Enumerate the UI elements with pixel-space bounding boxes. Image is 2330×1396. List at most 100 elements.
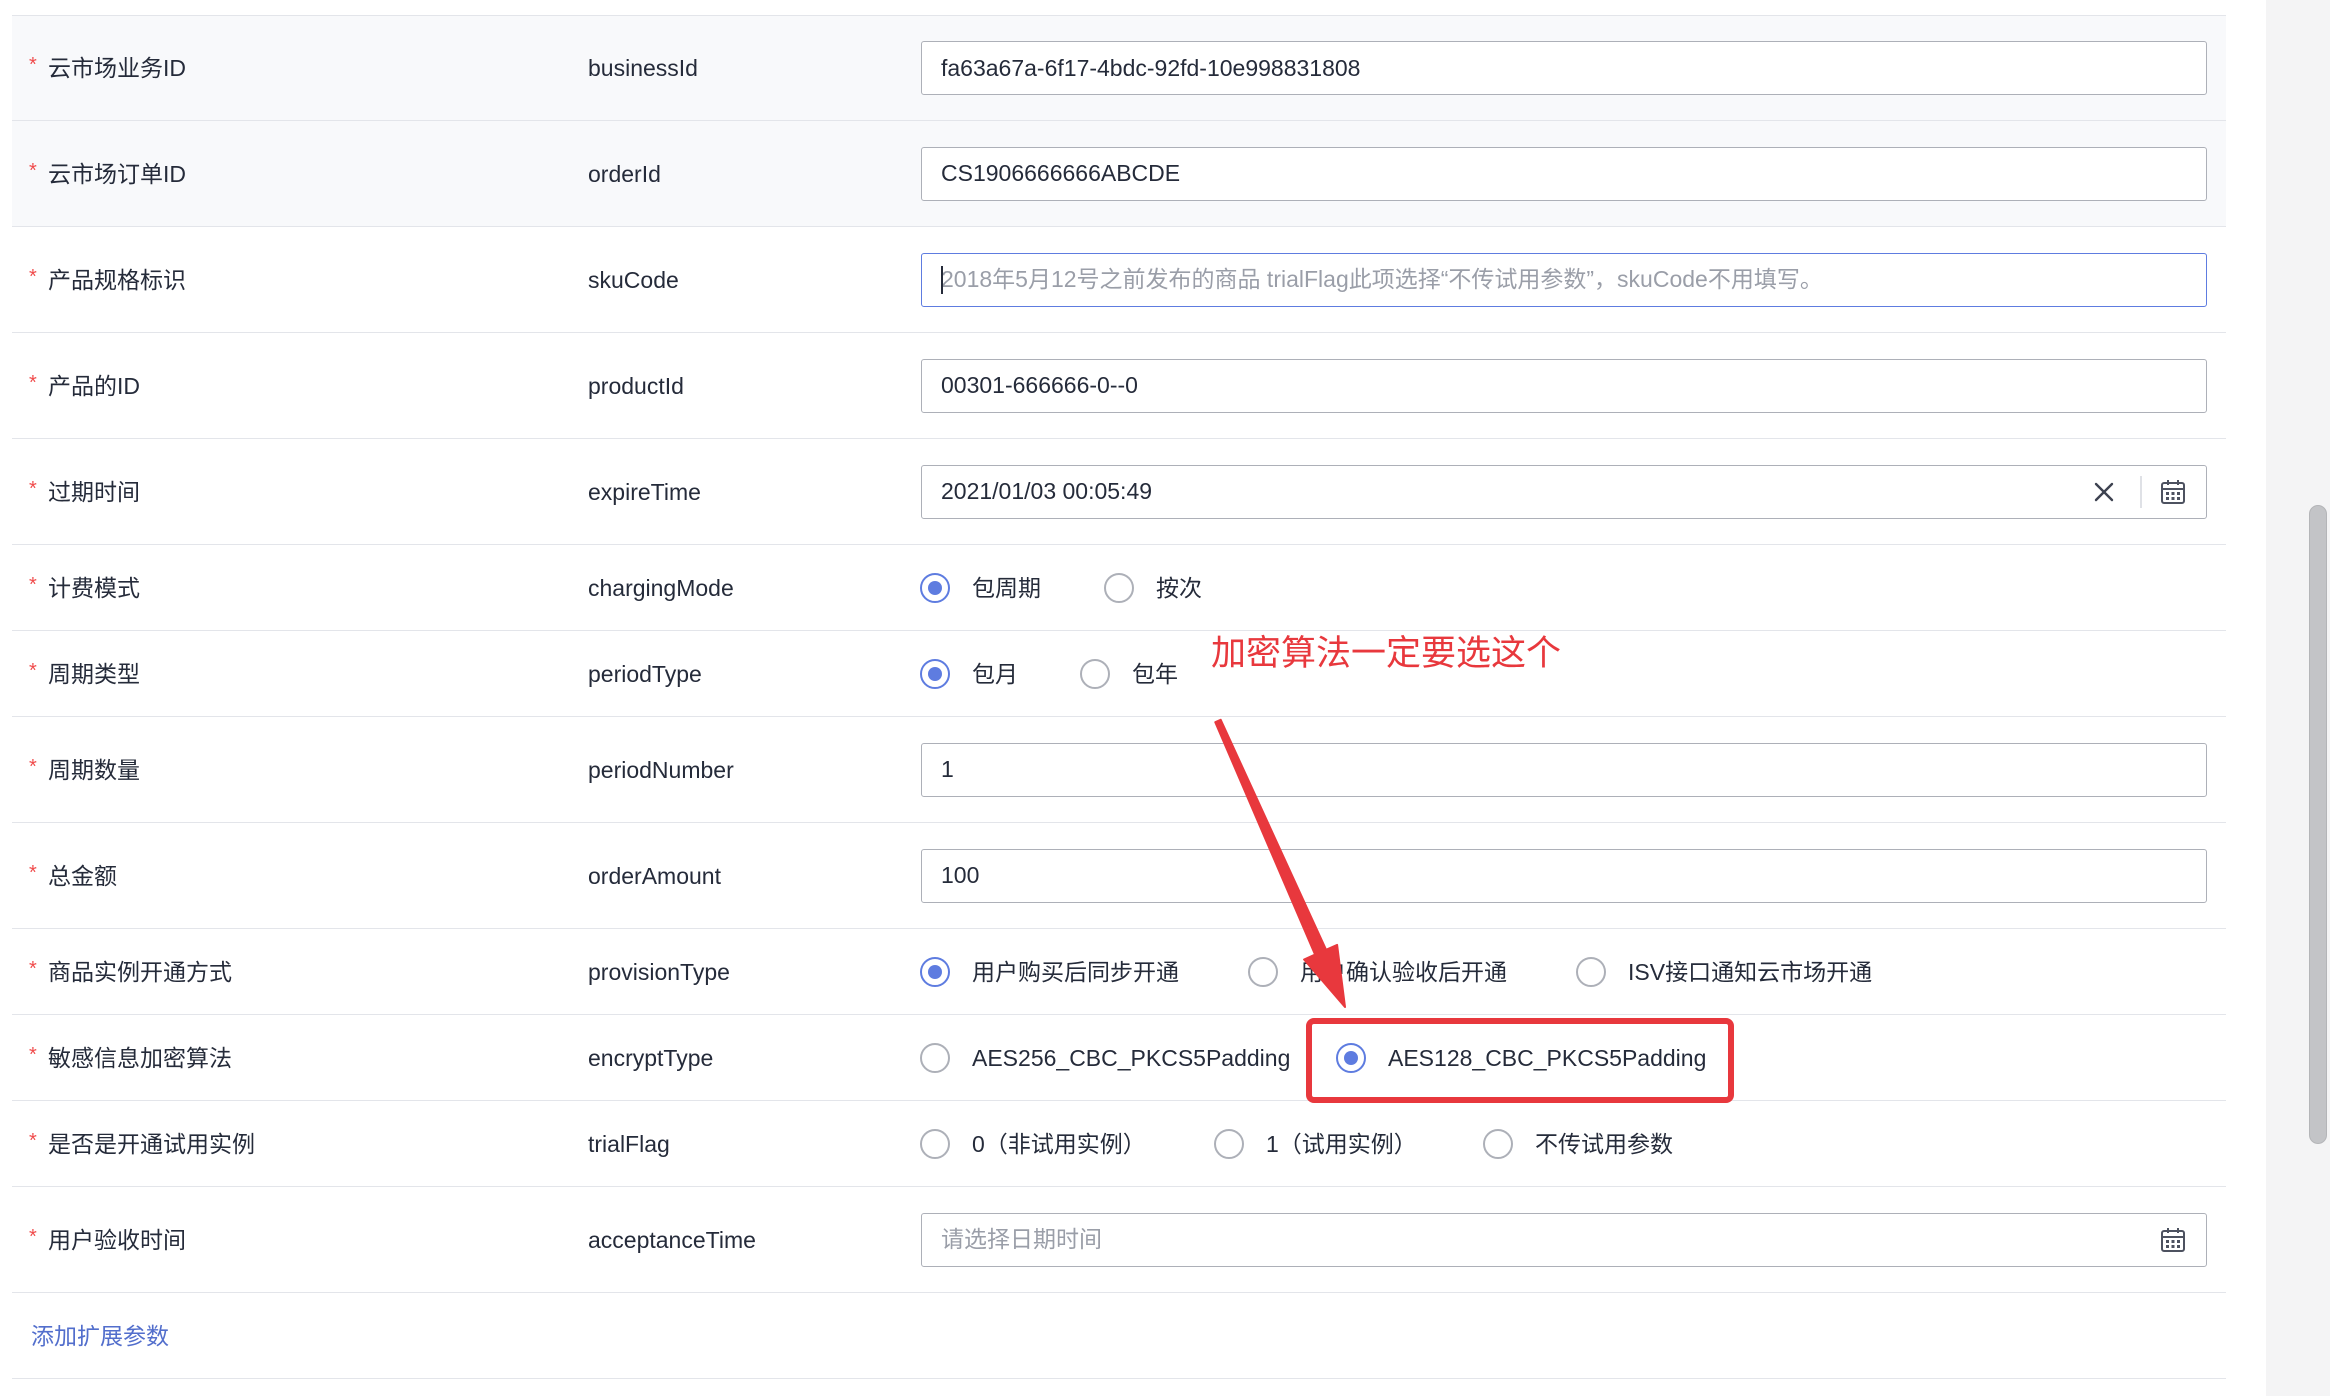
- row-trial-flag: * 是否是开通试用实例 trialFlag 0（非试用实例） 1（试用实例） 不…: [12, 1101, 2226, 1187]
- field-label-business-id: 云市场业务ID: [48, 55, 186, 81]
- required-mark: *: [29, 265, 37, 288]
- option-label: 用户确认验收后开通: [1300, 958, 1507, 985]
- radio-button[interactable]: [920, 1128, 950, 1159]
- acceptance-time-input[interactable]: [921, 1212, 2207, 1267]
- row-period-type: * 周期类型 periodType 包月 包年: [12, 631, 2226, 717]
- radio-button[interactable]: [1248, 956, 1278, 987]
- provision-type-option-sync[interactable]: 用户购买后同步开通: [920, 956, 1179, 988]
- trial-flag-option-0[interactable]: 0（非试用实例）: [920, 1128, 1146, 1160]
- param-name-business-id: businessId: [588, 55, 698, 81]
- field-label-charging-mode: 计费模式: [48, 574, 140, 601]
- charging-mode-option-per-use[interactable]: 按次: [1104, 572, 1202, 604]
- order-params-form: * 云市场业务ID businessId * 云市场订单ID orderId *…: [12, 0, 2226, 1396]
- radio-button[interactable]: [1214, 1128, 1244, 1159]
- order-amount-input[interactable]: [921, 848, 2207, 903]
- radio-button[interactable]: [1483, 1128, 1513, 1159]
- scrollbar-thumb[interactable]: [2309, 505, 2327, 1144]
- encrypt-type-option-aes128[interactable]: AES128_CBC_PKCS5Padding: [1336, 1042, 1706, 1074]
- param-name-order-id: orderId: [588, 160, 661, 187]
- trial-flag-option-1[interactable]: 1（试用实例）: [1214, 1128, 1417, 1160]
- required-mark: *: [29, 659, 37, 682]
- radio-button[interactable]: [1336, 1042, 1366, 1073]
- required-mark: *: [29, 371, 37, 394]
- field-label-period-type: 周期类型: [48, 660, 140, 687]
- radio-button[interactable]: [920, 1042, 950, 1073]
- option-label: 按次: [1156, 574, 1202, 601]
- option-label: 0（非试用实例）: [972, 1130, 1146, 1157]
- param-name-period-type: periodType: [588, 660, 702, 687]
- period-type-option-year[interactable]: 包年: [1080, 658, 1178, 690]
- period-type-option-month[interactable]: 包月: [920, 658, 1018, 690]
- option-label: ISV接口通知云市场开通: [1628, 958, 1873, 985]
- required-mark: *: [29, 1225, 37, 1248]
- order-id-input[interactable]: [921, 146, 2207, 201]
- param-name-charging-mode: chargingMode: [588, 574, 734, 601]
- param-name-acceptance-time: acceptanceTime: [588, 1226, 756, 1253]
- trial-flag-option-none[interactable]: 不传试用参数: [1483, 1128, 1673, 1160]
- business-id-input[interactable]: [921, 41, 2207, 95]
- encrypt-type-option-aes256[interactable]: AES256_CBC_PKCS5Padding: [920, 1042, 1290, 1074]
- param-name-provision-type: provisionType: [588, 958, 730, 985]
- radio-button[interactable]: [920, 572, 950, 603]
- row-provision-type: * 商品实例开通方式 provisionType 用户购买后同步开通 用户确认验…: [12, 929, 2226, 1015]
- sku-code-input[interactable]: [921, 252, 2207, 307]
- charging-mode-option-period[interactable]: 包周期: [920, 572, 1041, 604]
- field-label-acceptance-time: 用户验收时间: [48, 1226, 186, 1253]
- required-mark: *: [29, 1043, 37, 1066]
- option-label: 包月: [972, 660, 1018, 687]
- field-label-order-id: 云市场订单ID: [48, 160, 186, 187]
- required-mark: *: [29, 573, 37, 596]
- field-label-expire-time: 过期时间: [48, 478, 140, 505]
- param-name-product-id: productId: [588, 372, 684, 399]
- text-caret: [941, 265, 943, 294]
- calendar-icon[interactable]: [2160, 479, 2186, 505]
- required-mark: *: [29, 1129, 37, 1152]
- option-label: AES128_CBC_PKCS5Padding: [1388, 1044, 1707, 1071]
- option-label: 不传试用参数: [1535, 1130, 1673, 1157]
- param-name-encrypt-type: encryptType: [588, 1044, 714, 1071]
- radio-button[interactable]: [1080, 658, 1110, 689]
- row-sku-code: * 产品规格标识 skuCode: [12, 227, 2226, 333]
- add-extension-params-link[interactable]: 添加扩展参数: [31, 1321, 169, 1351]
- option-label: 包年: [1132, 660, 1178, 687]
- option-label: 1（试用实例）: [1266, 1130, 1417, 1157]
- row-encrypt-type: * 敏感信息加密算法 encryptType AES256_CBC_PKCS5P…: [12, 1015, 2226, 1101]
- row-period-number: * 周期数量 periodNumber: [12, 717, 2226, 823]
- expire-time-input[interactable]: [921, 464, 2207, 519]
- option-label: 包周期: [972, 574, 1041, 601]
- row-order-id: * 云市场订单ID orderId: [12, 121, 2226, 227]
- radio-button[interactable]: [920, 658, 950, 689]
- required-mark: *: [29, 477, 37, 500]
- radio-button[interactable]: [920, 956, 950, 987]
- product-id-input[interactable]: [921, 358, 2207, 413]
- field-label-trial-flag: 是否是开通试用实例: [48, 1130, 255, 1157]
- required-mark: *: [29, 861, 37, 884]
- option-label: AES256_CBC_PKCS5Padding: [972, 1044, 1291, 1071]
- param-name-expire-time: expireTime: [588, 478, 701, 505]
- calendar-icon[interactable]: [2160, 1227, 2186, 1253]
- param-name-sku-code: skuCode: [588, 266, 679, 293]
- row-acceptance-time: * 用户验收时间 acceptanceTime: [12, 1187, 2226, 1293]
- param-name-order-amount: orderAmount: [588, 862, 721, 889]
- provision-type-option-acceptance[interactable]: 用户确认验收后开通: [1248, 956, 1507, 988]
- required-mark: *: [29, 957, 37, 980]
- row-charging-mode: * 计费模式 chargingMode 包周期 按次: [12, 545, 2226, 631]
- option-label: 用户购买后同步开通: [972, 958, 1179, 985]
- field-label-encrypt-type: 敏感信息加密算法: [48, 1044, 232, 1071]
- row-product-id: * 产品的ID productId: [12, 333, 2226, 439]
- required-mark: *: [29, 755, 37, 778]
- radio-button[interactable]: [1576, 956, 1606, 987]
- field-label-period-number: 周期数量: [48, 756, 140, 783]
- field-label-sku-code: 产品规格标识: [48, 266, 186, 293]
- required-mark: *: [29, 54, 37, 76]
- close-icon[interactable]: [2093, 481, 2115, 503]
- required-mark: *: [29, 159, 37, 182]
- field-label-order-amount: 总金额: [48, 862, 117, 889]
- row-business-id: * 云市场业务ID businessId: [12, 15, 2226, 121]
- radio-button[interactable]: [1104, 572, 1134, 603]
- icon-separator: [2140, 475, 2142, 508]
- field-label-provision-type: 商品实例开通方式: [48, 958, 232, 985]
- row-order-amount: * 总金额 orderAmount: [12, 823, 2226, 929]
- provision-type-option-isv-notify[interactable]: ISV接口通知云市场开通: [1576, 956, 1872, 988]
- period-number-input[interactable]: [921, 742, 2207, 797]
